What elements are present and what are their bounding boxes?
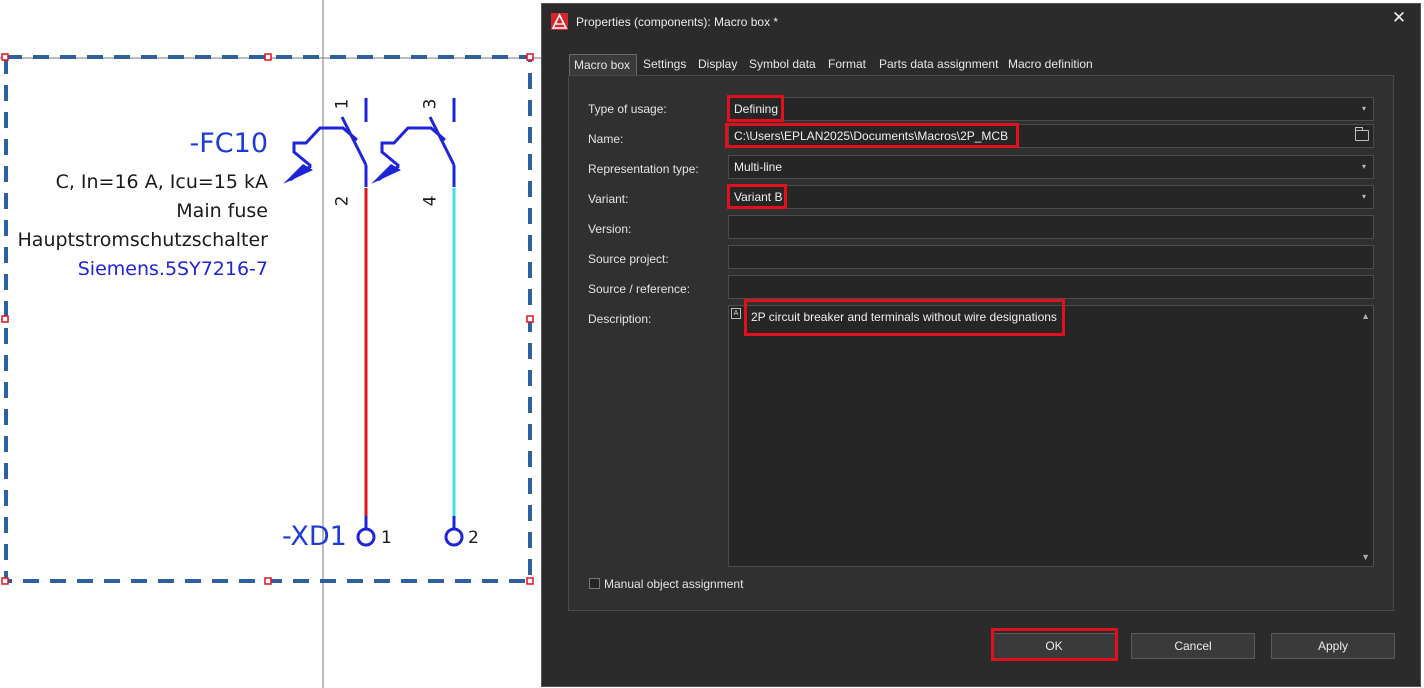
chevron-down-icon[interactable]: ▾ — [1358, 102, 1370, 116]
scroll-up-icon[interactable]: ▲ — [1361, 311, 1370, 321]
type-of-usage-value: Defining — [734, 102, 779, 116]
description-label: Description: — [588, 312, 652, 326]
device-tag[interactable]: -FC10 — [190, 128, 268, 159]
name-value: C:\Users\EPLAN2025\Documents\Macros\2P_M… — [734, 129, 1009, 143]
scroll-down-icon[interactable]: ▼ — [1361, 552, 1370, 562]
tab-parts-data-assignment[interactable]: Parts data assignment — [875, 54, 1002, 75]
variant-value: Variant B — [734, 190, 783, 204]
macro-box-frame — [4, 55, 532, 583]
variant-dropdown[interactable]: Variant B ▾ — [728, 185, 1374, 209]
terminals — [356, 516, 464, 547]
part-number: Siemens.5SY7216-7 — [77, 258, 268, 280]
pole-label-1: 1 — [332, 98, 353, 110]
tab-macro-definition[interactable]: Macro definition — [1004, 54, 1097, 75]
source-project-label: Source project: — [588, 252, 669, 266]
terminal-tag[interactable]: -XD1 — [282, 521, 347, 552]
description-scrollbar[interactable]: ▲ ▼ — [1357, 306, 1373, 566]
folder-icon[interactable] — [1355, 127, 1369, 141]
representation-type-value: Multi-line — [734, 160, 783, 174]
schematic-canvas[interactable]: -FC10 C, In=16 A, Icu=15 kA Main fuse Ha… — [0, 0, 545, 688]
type-of-usage-label: Type of usage: — [588, 102, 667, 116]
tab-symbol-data[interactable]: Symbol data — [745, 54, 820, 75]
pole-label-2: 2 — [332, 195, 353, 207]
representation-type-dropdown[interactable]: Multi-line ▾ — [728, 155, 1374, 179]
source-reference-label: Source / reference: — [588, 282, 691, 296]
device-desc-line-3: Hauptstromschutzschalter — [17, 229, 268, 251]
tab-format[interactable]: Format — [824, 54, 870, 75]
eplan-logo-icon — [551, 13, 568, 30]
tab-settings[interactable]: Settings — [639, 54, 690, 75]
version-label: Version: — [588, 222, 632, 236]
chevron-down-icon[interactable]: ▾ — [1358, 160, 1370, 174]
manual-object-assignment-checkbox[interactable] — [589, 578, 600, 589]
terminal-number-1: 1 — [381, 528, 392, 548]
close-icon[interactable]: ✕ — [1388, 7, 1410, 29]
device-desc-line-1: C, In=16 A, Icu=15 kA — [55, 171, 268, 193]
description-value: 2P circuit breaker and terminals without… — [751, 310, 1057, 324]
apply-button[interactable]: Apply — [1271, 633, 1395, 659]
pole-label-4: 4 — [420, 195, 441, 207]
representation-type-label: Representation type: — [588, 162, 699, 176]
description-textarea[interactable]: A 2P circuit breaker and terminals witho… — [728, 305, 1374, 567]
version-field[interactable] — [728, 215, 1374, 239]
name-field[interactable]: C:\Users\EPLAN2025\Documents\Macros\2P_M… — [728, 124, 1374, 148]
type-of-usage-dropdown[interactable]: Defining ▾ — [728, 97, 1374, 121]
properties-dialog: Properties (components): Macro box * ✕ M… — [541, 3, 1421, 687]
terminal-number-2: 2 — [468, 528, 479, 548]
source-reference-field[interactable] — [728, 275, 1374, 299]
tab-macro-box[interactable]: Macro box — [569, 54, 637, 76]
variant-label: Variant: — [588, 192, 629, 206]
schematic-drawing — [0, 0, 545, 688]
multilanguage-icon[interactable]: A — [731, 308, 741, 319]
source-project-field[interactable] — [728, 245, 1374, 269]
dialog-title: Properties (components): Macro box * — [576, 15, 779, 29]
name-label: Name: — [588, 132, 624, 146]
cancel-button[interactable]: Cancel — [1131, 633, 1255, 659]
dialog-titlebar[interactable]: Properties (components): Macro box * ✕ — [542, 4, 1420, 38]
tab-display[interactable]: Display — [694, 54, 741, 75]
device-desc-line-2: Main fuse — [176, 200, 268, 222]
pole-label-3: 3 — [420, 98, 441, 110]
ok-button[interactable]: OK — [992, 633, 1116, 659]
chevron-down-icon[interactable]: ▾ — [1358, 190, 1370, 204]
manual-object-assignment-label: Manual object assignment — [604, 577, 744, 591]
